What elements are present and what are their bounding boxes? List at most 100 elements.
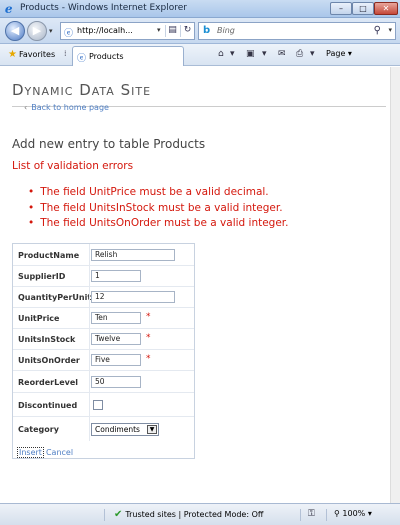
validation-error: The field UnitsOnOrder must be a valid i… — [28, 217, 288, 233]
arrow-right-icon: ▶ — [32, 24, 42, 37]
forward-button[interactable]: ▶ — [27, 21, 47, 41]
productname-input[interactable]: Relish — [91, 249, 175, 261]
home-icon[interactable]: ⌂ — [218, 49, 224, 59]
form-row-productname: ProductName Relish — [13, 244, 194, 266]
field-label: UnitPrice — [18, 314, 60, 323]
window-title: Products - Windows Internet Explorer — [20, 3, 187, 13]
field-cell — [89, 371, 90, 392]
form-row-discontinued: Discontinued — [13, 393, 194, 417]
chevron-left-icon: ‹ — [24, 103, 28, 112]
field-label: ProductName — [18, 251, 80, 260]
tab-products[interactable]: ⓔ Products — [72, 46, 184, 66]
tab-title: Products — [89, 52, 124, 61]
search-placeholder: Bing — [217, 26, 235, 35]
maximize-button[interactable]: □ — [352, 2, 374, 15]
field-label: Category — [18, 425, 59, 434]
category-select[interactable]: Condiments ▼ — [91, 423, 159, 436]
print-dropdown-icon[interactable]: ▾ — [310, 49, 315, 59]
unitsonorder-input[interactable]: Five — [91, 354, 141, 366]
home-dropdown-icon[interactable]: ▾ — [230, 49, 235, 59]
field-cell — [89, 350, 90, 370]
quantityperunit-input[interactable]: 12 — [91, 291, 175, 303]
minimize-button[interactable]: – — [330, 2, 352, 15]
zoom-dropdown-icon: ▾ — [365, 509, 372, 518]
page-favicon-icon: ⓔ — [64, 29, 74, 39]
validation-summary-title: List of validation errors — [12, 160, 134, 172]
address-toolbar: ◀ ▶ ▾ ⓔ http://localh... ▾ ▤ ↻ b Bing ⚲ … — [0, 18, 400, 44]
field-cell — [89, 266, 90, 286]
page-menu-button[interactable]: Page ▾ — [326, 49, 352, 58]
form-row-unitprice: UnitPrice Ten * — [13, 308, 194, 329]
security-zone[interactable]: ✔ Trusted sites | Protected Mode: Off — [114, 509, 263, 520]
feeds-dropdown-icon[interactable]: ▾ — [262, 49, 267, 59]
field-cell — [89, 308, 90, 328]
ie-logo-icon: e — [5, 2, 13, 15]
back-to-home-link[interactable]: ‹ Back to home page — [24, 103, 109, 112]
insert-form: ProductName Relish SupplierID 1 Quantity… — [12, 243, 195, 459]
validation-error: The field UnitPrice must be a valid deci… — [28, 186, 289, 202]
feeds-icon[interactable]: ▣ — [246, 49, 255, 59]
validation-error: The field UnitsInStock must be a valid i… — [28, 202, 289, 218]
form-row-unitsonorder: UnitsOnOrder Five * — [13, 350, 194, 371]
field-label: SupplierID — [18, 272, 66, 281]
chevron-down-icon[interactable]: ▼ — [147, 425, 157, 434]
validation-error-list: The field UnitPrice must be a valid deci… — [28, 186, 289, 233]
read-mail-icon[interactable]: ✉ — [278, 49, 286, 59]
address-url: http://localh... — [77, 26, 133, 35]
lock-icon: ⚿ — [308, 509, 315, 519]
back-link-label: Back to home page — [31, 103, 109, 112]
refresh-icon[interactable]: ↻ — [180, 25, 194, 37]
unitprice-input[interactable]: Ten — [91, 312, 141, 324]
category-selected-value: Condiments — [95, 425, 140, 434]
supplierid-input[interactable]: 1 — [91, 270, 141, 282]
form-actions: Insert Cancel — [17, 447, 73, 458]
field-label: UnitsInStock — [18, 335, 76, 344]
search-dropdown-icon[interactable]: ▾ — [388, 26, 392, 34]
field-cell — [89, 287, 90, 307]
field-cell — [89, 393, 90, 416]
status-bar: ✔ Trusted sites | Protected Mode: Off ⚿ ⚲… — [0, 503, 400, 525]
bing-logo-icon: b — [203, 25, 211, 36]
close-button[interactable]: ✕ — [374, 2, 398, 15]
cancel-link[interactable]: Cancel — [46, 448, 73, 457]
field-label: QuantityPerUnit — [18, 293, 92, 302]
field-label: Discontinued — [18, 401, 78, 410]
page-content: Dynamic Data Site ‹ Back to home page Add… — [0, 67, 390, 503]
form-row-quantityperunit: QuantityPerUnit 12 — [13, 287, 194, 308]
field-cell — [89, 329, 90, 349]
search-field[interactable]: b Bing ⚲ ▾ — [198, 22, 396, 40]
compatibility-view-icon[interactable]: ▤ — [165, 25, 179, 37]
form-row-unitsinstock: UnitsInStock Twelve * — [13, 329, 194, 350]
form-row-reorderlevel: ReorderLevel 50 — [13, 371, 194, 393]
star-icon: ★ — [8, 49, 17, 60]
status-divider — [300, 509, 301, 521]
address-dropdown-icon[interactable]: ▾ — [157, 26, 161, 34]
field-cell — [89, 244, 90, 265]
history-dropdown-icon[interactable]: ▾ — [49, 27, 53, 35]
print-icon[interactable]: ⎙ — [296, 49, 303, 59]
favorites-label: Favorites — [18, 50, 56, 59]
vertical-scrollbar[interactable] — [390, 67, 400, 503]
security-zone-label: Trusted sites | Protected Mode: Off — [125, 510, 264, 519]
arrow-left-icon: ◀ — [10, 24, 20, 37]
required-marker: * — [146, 333, 151, 343]
unitsinstock-input[interactable]: Twelve — [91, 333, 141, 345]
discontinued-checkbox[interactable] — [93, 400, 103, 410]
zoom-level: 100% — [342, 509, 366, 518]
site-title: Dynamic Data Site — [12, 81, 152, 99]
page-heading: Add new entry to table Products — [12, 137, 206, 151]
back-button[interactable]: ◀ — [5, 21, 25, 41]
reorderlevel-input[interactable]: 50 — [91, 376, 141, 388]
favorites-button[interactable]: ★ Favorites — [8, 49, 55, 60]
zoom-control[interactable]: ⚲ 100% ▾ — [334, 509, 372, 518]
search-icon[interactable]: ⚲ — [374, 25, 381, 36]
field-cell — [89, 417, 90, 441]
insert-link[interactable]: Insert — [17, 447, 44, 458]
tab-favicon-icon: ⓔ — [77, 54, 87, 64]
quick-tabs-icon[interactable]: ⁞ — [64, 49, 67, 58]
address-field[interactable]: ⓔ http://localh... ▾ ▤ ↻ — [60, 22, 195, 40]
checkmark-icon: ✔ — [114, 509, 123, 520]
svg-text:e: e — [5, 2, 13, 15]
status-divider — [326, 509, 327, 521]
field-label: UnitsOnOrder — [18, 356, 80, 365]
